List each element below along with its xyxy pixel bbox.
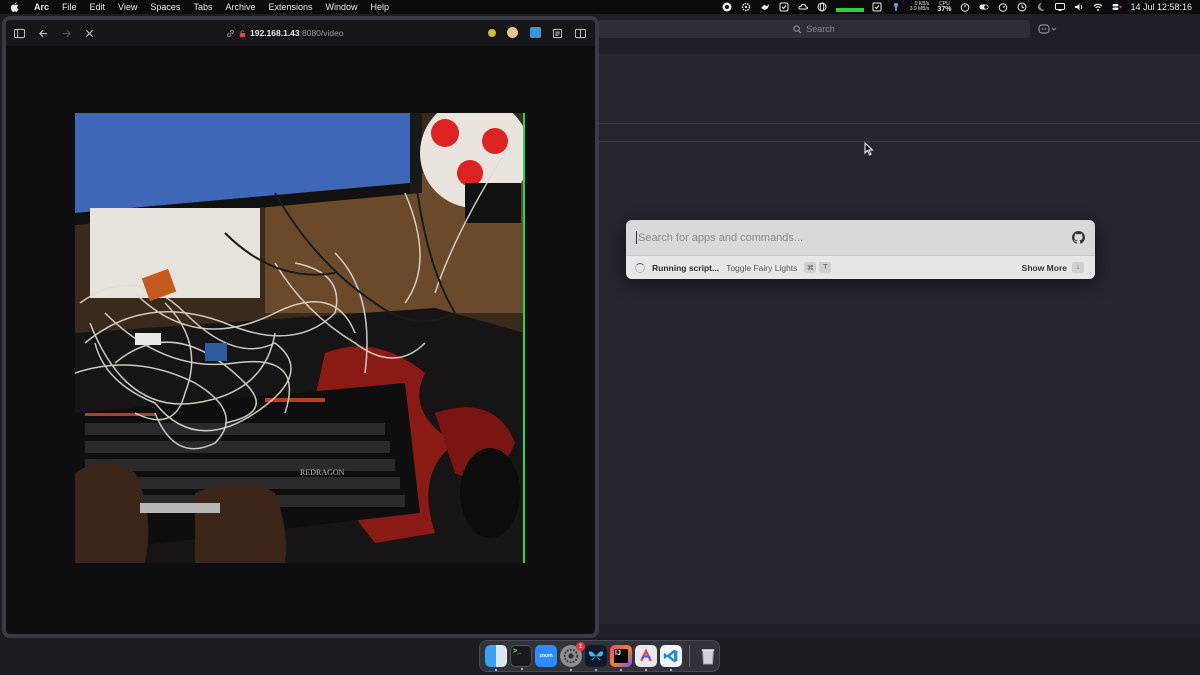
intellij-icon[interactable]: IJ bbox=[610, 645, 632, 671]
volume-icon[interactable] bbox=[1073, 2, 1084, 12]
menubar-clock[interactable]: 14 Jul 12:58:16 bbox=[1130, 2, 1192, 12]
link-icon bbox=[227, 29, 234, 37]
divider bbox=[598, 141, 1200, 142]
calendar-check-icon[interactable] bbox=[872, 2, 883, 12]
menu-spaces[interactable]: Spaces bbox=[150, 2, 180, 12]
cloud-icon[interactable] bbox=[798, 2, 809, 12]
wifi-icon[interactable] bbox=[1092, 2, 1103, 12]
loading-spinner-icon bbox=[635, 262, 645, 273]
zoom-icon[interactable]: zoom bbox=[535, 645, 557, 667]
keyboard-brand-text: REDRAGON bbox=[300, 468, 345, 477]
terminal-icon[interactable]: >_ bbox=[510, 645, 532, 670]
notification-badge: 1 bbox=[576, 642, 585, 651]
menu-window[interactable]: Window bbox=[326, 2, 358, 12]
network-graph bbox=[835, 2, 864, 12]
url-path: :8080/video bbox=[299, 28, 344, 38]
copilot-icon[interactable] bbox=[1038, 22, 1058, 36]
checkbox-icon[interactable] bbox=[779, 2, 790, 12]
menu-edit[interactable]: Edit bbox=[90, 2, 106, 12]
extension-dot-icon[interactable] bbox=[488, 29, 496, 37]
finder-icon[interactable] bbox=[485, 645, 507, 671]
shortcut-modifier-key: ⌘ bbox=[804, 262, 817, 273]
background-search-label: Search bbox=[806, 24, 835, 34]
menu-app-name[interactable]: Arc bbox=[34, 2, 49, 12]
divider bbox=[598, 123, 1200, 124]
stop-loading-icon[interactable] bbox=[81, 25, 97, 41]
show-more-button[interactable]: Show More bbox=[1022, 263, 1067, 273]
background-app-window: Search bbox=[598, 14, 1200, 638]
toggle-icon[interactable] bbox=[978, 2, 989, 12]
gear-icon[interactable] bbox=[741, 2, 752, 12]
butterfly-app-icon[interactable] bbox=[585, 645, 607, 671]
moon-icon[interactable] bbox=[1035, 2, 1046, 12]
globe-icon[interactable] bbox=[817, 2, 828, 12]
menu-tabs[interactable]: Tabs bbox=[193, 2, 212, 12]
palette-footer: Running script... Toggle Fairy Lights ⌘ … bbox=[626, 255, 1095, 279]
running-status: Running script... bbox=[652, 262, 720, 273]
pin-icon[interactable] bbox=[891, 2, 902, 12]
text-caret bbox=[636, 231, 637, 244]
palette-search-input[interactable] bbox=[638, 231, 1038, 244]
split-view-icon[interactable] bbox=[572, 25, 588, 41]
trash-icon[interactable] bbox=[697, 645, 719, 667]
webcam-frame-image: REDRAGON bbox=[75, 113, 525, 563]
background-app-toolbar: Search bbox=[598, 14, 1200, 54]
clock-icon[interactable] bbox=[1016, 2, 1027, 12]
vscode-icon[interactable] bbox=[660, 645, 682, 671]
network-speed: 0 KB/s 3.9 MB/s bbox=[910, 2, 930, 12]
timer-icon[interactable] bbox=[959, 2, 970, 12]
browser-toolbar: 192.168.1.43:8080/video bbox=[6, 20, 595, 46]
dock-separator bbox=[689, 645, 690, 667]
zoom-label: zoom bbox=[539, 653, 553, 659]
menu-bar: Arc File Edit View Spaces Tabs Archive E… bbox=[0, 0, 1200, 14]
shortcut-key: T bbox=[819, 262, 832, 273]
background-status-bar bbox=[598, 624, 1200, 638]
bird-icon[interactable] bbox=[760, 2, 771, 12]
cpu-meter[interactable]: CPU 37% bbox=[937, 2, 952, 14]
url-host: 192.168.1.43 bbox=[250, 28, 300, 38]
github-icon[interactable] bbox=[1072, 231, 1085, 244]
apple-menu-icon[interactable] bbox=[10, 2, 24, 12]
menu-view[interactable]: View bbox=[118, 2, 137, 12]
stopwatch-icon[interactable] bbox=[997, 2, 1008, 12]
palette-search-row bbox=[626, 220, 1095, 255]
background-search-bar[interactable]: Search bbox=[598, 20, 1030, 38]
control-center-icon[interactable] bbox=[1111, 2, 1122, 12]
cpu-value: 37% bbox=[937, 6, 952, 13]
menu-archive[interactable]: Archive bbox=[225, 2, 255, 12]
reader-mode-icon[interactable] bbox=[549, 25, 565, 41]
net-download: 3.9 MB/s bbox=[909, 6, 930, 12]
extension-avatar-icon[interactable] bbox=[507, 27, 518, 38]
menu-extensions[interactable]: Extensions bbox=[268, 2, 312, 12]
video-stream[interactable]: REDRAGON bbox=[75, 113, 525, 563]
display-icon[interactable] bbox=[1054, 2, 1065, 12]
show-more-key: ↓ bbox=[1072, 262, 1084, 273]
command-palette: Running script... Toggle Fairy Lights ⌘ … bbox=[626, 220, 1095, 279]
dock: >_ zoom 1 IJ bbox=[479, 640, 720, 672]
insecure-lock-icon bbox=[239, 29, 246, 37]
mouse-cursor-icon bbox=[864, 141, 874, 156]
sidebar-toggle-icon[interactable] bbox=[11, 25, 27, 41]
extension-shield-icon[interactable] bbox=[530, 27, 541, 38]
menu-help[interactable]: Help bbox=[371, 2, 390, 12]
system-settings-icon[interactable]: 1 bbox=[560, 642, 585, 671]
address-bar[interactable]: 192.168.1.43:8080/video bbox=[226, 26, 386, 40]
record-icon[interactable] bbox=[722, 2, 733, 12]
back-arrow-icon[interactable] bbox=[35, 25, 51, 41]
search-icon bbox=[793, 24, 802, 33]
menu-file[interactable]: File bbox=[62, 2, 77, 12]
forward-arrow-icon[interactable] bbox=[58, 25, 74, 41]
current-command[interactable]: Toggle Fairy Lights bbox=[726, 263, 797, 273]
arc-browser-window: 192.168.1.43:8080/video REDRAGON bbox=[2, 16, 599, 638]
arc-browser-icon[interactable] bbox=[635, 645, 657, 671]
